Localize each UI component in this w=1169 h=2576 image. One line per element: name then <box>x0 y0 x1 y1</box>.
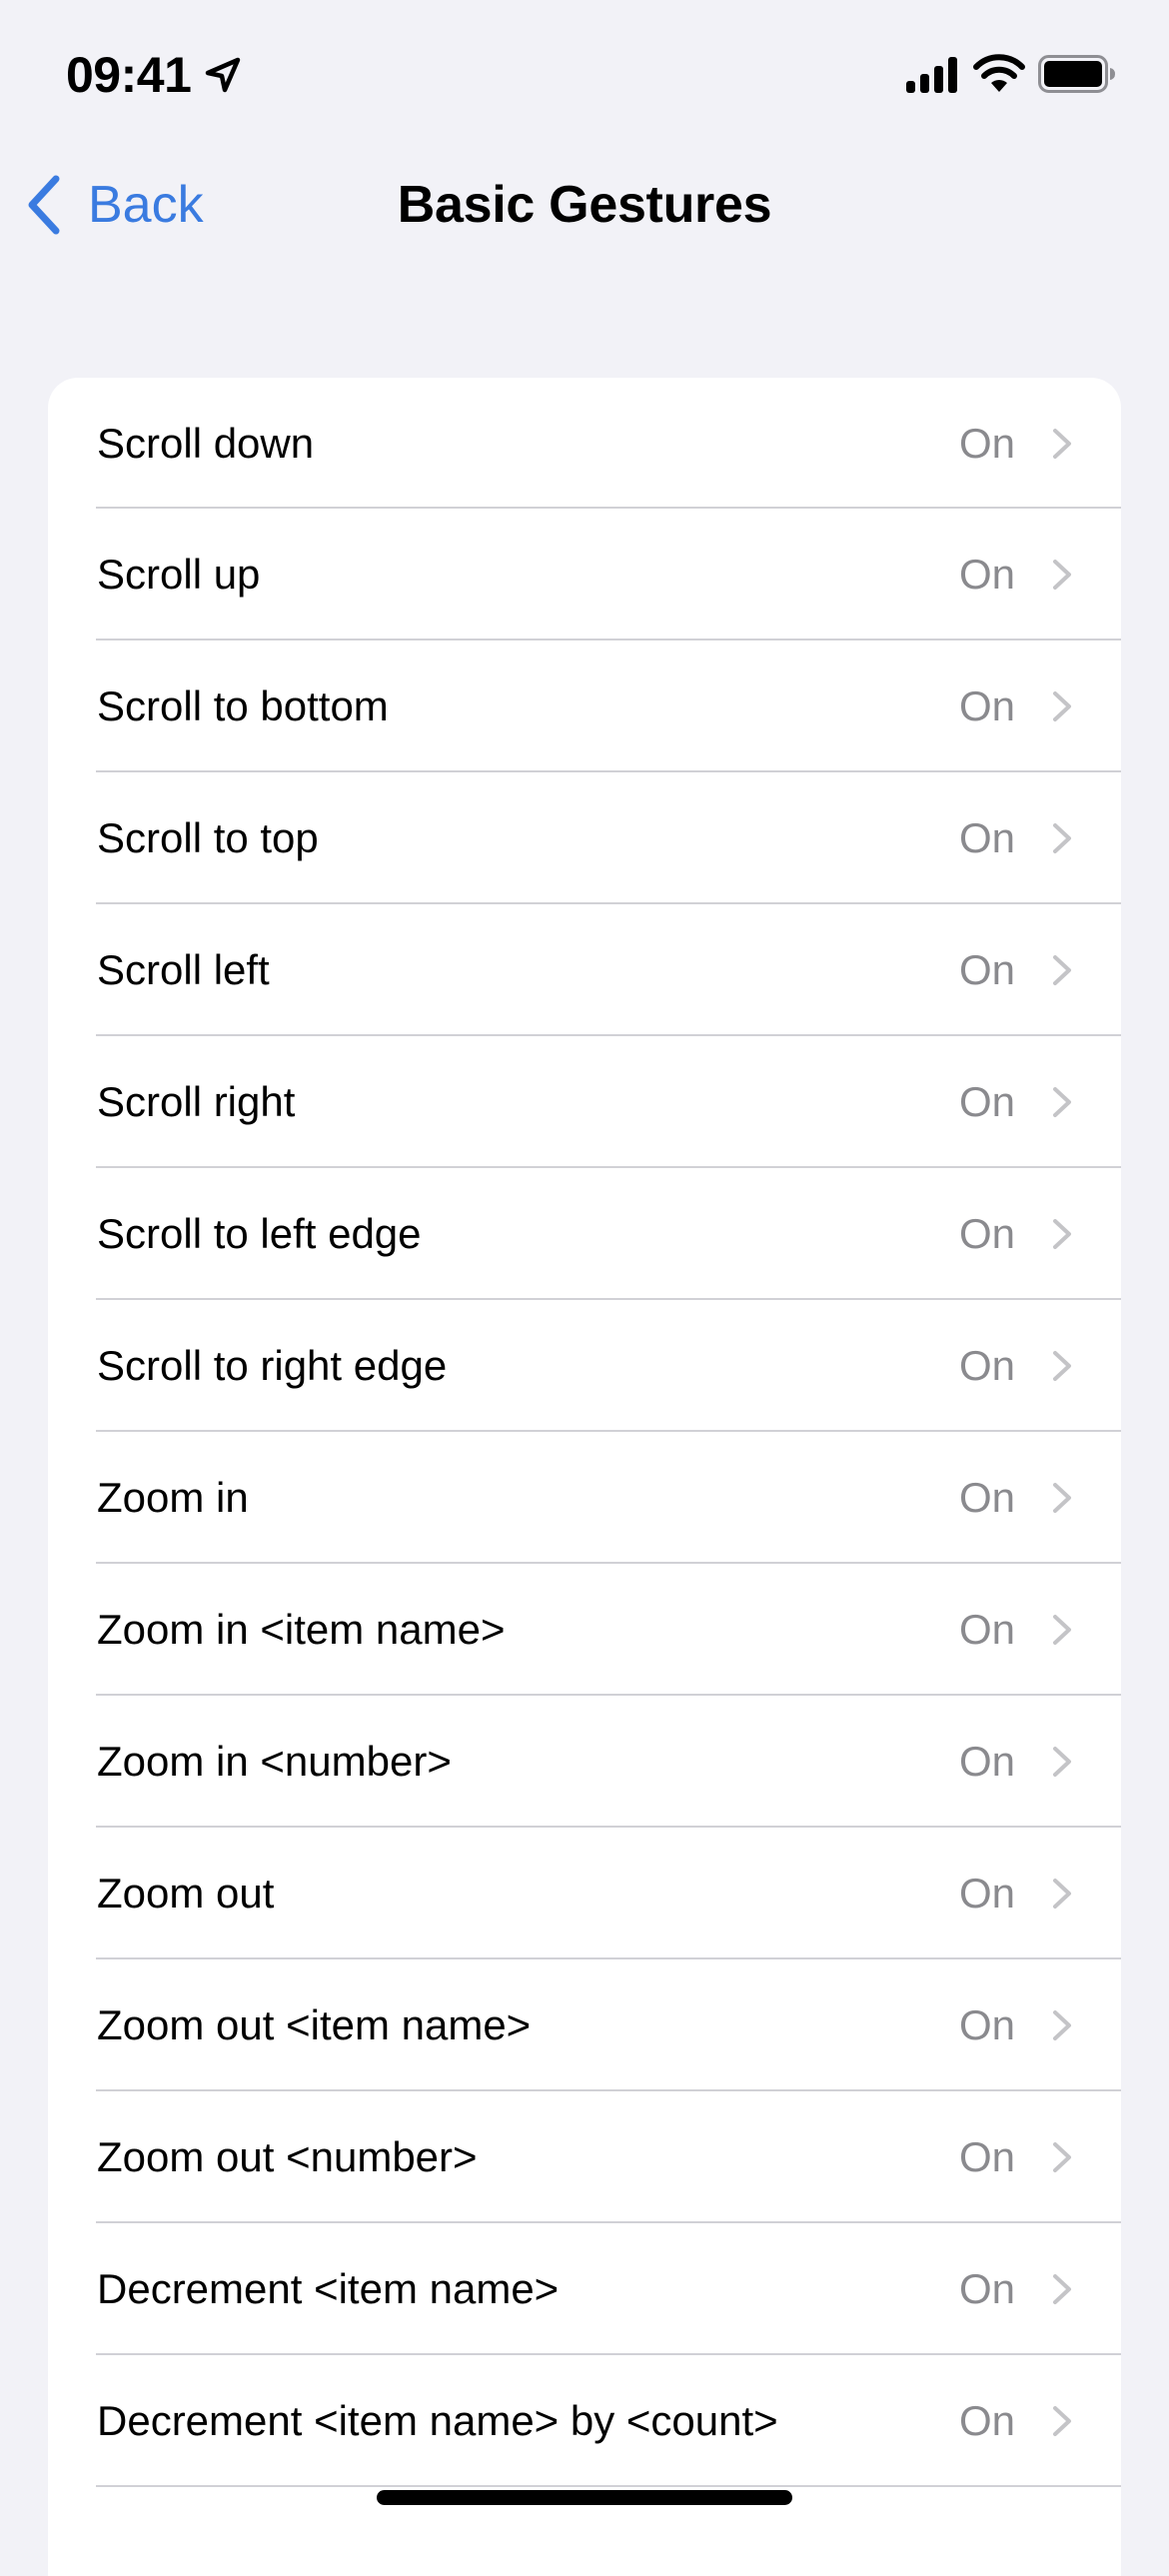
chevron-right-icon <box>1053 2142 1071 2172</box>
list-item[interactable]: Zoom in <item name> On <box>48 1564 1121 1696</box>
list-item-label: Zoom out <number> <box>97 2133 478 2180</box>
list-item[interactable]: Scroll to right edge On <box>48 1300 1121 1432</box>
list-item[interactable]: Zoom in On <box>48 1432 1121 1564</box>
chevron-right-icon <box>1053 955 1071 985</box>
battery-icon <box>1038 55 1115 93</box>
list-item[interactable]: Decrement <item name> by <count> On <box>48 2355 1121 2487</box>
list-item-value: On <box>958 1738 1015 1785</box>
home-indicator[interactable] <box>377 2490 792 2505</box>
list-item-label: Decrement <item name> by <count> <box>97 2397 778 2444</box>
list-item[interactable]: Scroll to left edge On <box>48 1168 1121 1300</box>
gestures-list: Scroll down On Scroll up On Scroll to bottom… <box>48 378 1121 2576</box>
list-item-label: Zoom in <box>97 1474 249 1521</box>
list-item-value: On <box>958 2133 1015 2180</box>
navigation-bar: Back Basic Gestures <box>0 150 1169 260</box>
list-item[interactable]: Zoom in <number> On <box>48 1696 1121 1828</box>
list-item-label: Scroll to left edge <box>97 1210 422 1257</box>
list-item[interactable]: Zoom out On <box>48 1828 1121 1959</box>
list-item-label: Zoom out <box>97 1870 275 1917</box>
list-item-value: On <box>958 946 1015 993</box>
list-item-label: Zoom out <item name> <box>97 2001 532 2048</box>
list-item-value: On <box>958 419 1015 467</box>
list-item-label: Scroll right <box>97 1078 296 1125</box>
chevron-right-icon <box>1053 1351 1071 1381</box>
chevron-right-icon <box>1053 1483 1071 1513</box>
chevron-right-icon <box>1053 2406 1071 2436</box>
list-item-label: Decrement <item name> <box>97 2265 560 2312</box>
list-item-value: On <box>958 682 1015 729</box>
list-item[interactable]: Scroll to bottom On <box>48 641 1121 772</box>
list-item-value: On <box>958 1078 1015 1125</box>
list-item-value: On <box>958 2397 1015 2444</box>
chevron-right-icon <box>1053 691 1071 721</box>
chevron-right-icon <box>1053 1087 1071 1117</box>
chevron-right-icon <box>1053 428 1071 459</box>
chevron-right-icon <box>1053 2010 1071 2040</box>
list-item[interactable]: Scroll to top On <box>48 772 1121 904</box>
list-item-label: Scroll down <box>97 419 315 467</box>
list-item[interactable]: Scroll right On <box>48 1036 1121 1168</box>
list-item-value: On <box>958 1342 1015 1389</box>
list-item-label: Scroll to right edge <box>97 1342 448 1389</box>
list-item[interactable]: Scroll down On <box>48 378 1121 509</box>
wifi-icon <box>973 54 1025 92</box>
row-separator <box>96 2485 1121 2487</box>
list-item[interactable]: Zoom out <item name> On <box>48 1959 1121 2091</box>
list-item-label: Scroll to bottom <box>97 682 389 729</box>
list-item-value: On <box>958 2265 1015 2312</box>
list-item-value: On <box>958 814 1015 861</box>
status-bar: 09:41 <box>0 0 1169 140</box>
list-item-value: On <box>958 2001 1015 2048</box>
chevron-right-icon <box>1053 1615 1071 1645</box>
location-arrow-icon <box>205 57 241 93</box>
status-time: 09:41 <box>66 47 192 103</box>
list-item-value: On <box>958 1606 1015 1653</box>
list-item-value: On <box>958 1474 1015 1521</box>
list-item[interactable]: Zoom out <number> On <box>48 2091 1121 2223</box>
chevron-right-icon <box>1053 560 1071 590</box>
page-title: Basic Gestures <box>397 176 772 234</box>
list-item-value: On <box>958 1870 1015 1917</box>
list-item-label: Zoom in <item name> <box>97 1606 506 1653</box>
list-item-label: Zoom in <number> <box>97 1738 452 1785</box>
chevron-right-icon <box>1053 1219 1071 1249</box>
chevron-right-icon <box>1053 1879 1071 1909</box>
cellular-signal-icon <box>906 57 957 93</box>
chevron-right-icon <box>1053 2274 1071 2304</box>
chevron-right-icon <box>1053 823 1071 853</box>
list-item[interactable]: Decrement <item name> On <box>48 2223 1121 2355</box>
list-item-value: On <box>958 551 1015 598</box>
list-item-label: Scroll up <box>97 551 261 598</box>
list-item-label: Scroll to top <box>97 814 319 861</box>
list-item-label: Scroll left <box>97 946 270 993</box>
list-item[interactable]: Scroll left On <box>48 904 1121 1036</box>
chevron-right-icon <box>1053 1747 1071 1777</box>
list-item-value: On <box>958 1210 1015 1257</box>
list-item[interactable]: Scroll up On <box>48 509 1121 641</box>
